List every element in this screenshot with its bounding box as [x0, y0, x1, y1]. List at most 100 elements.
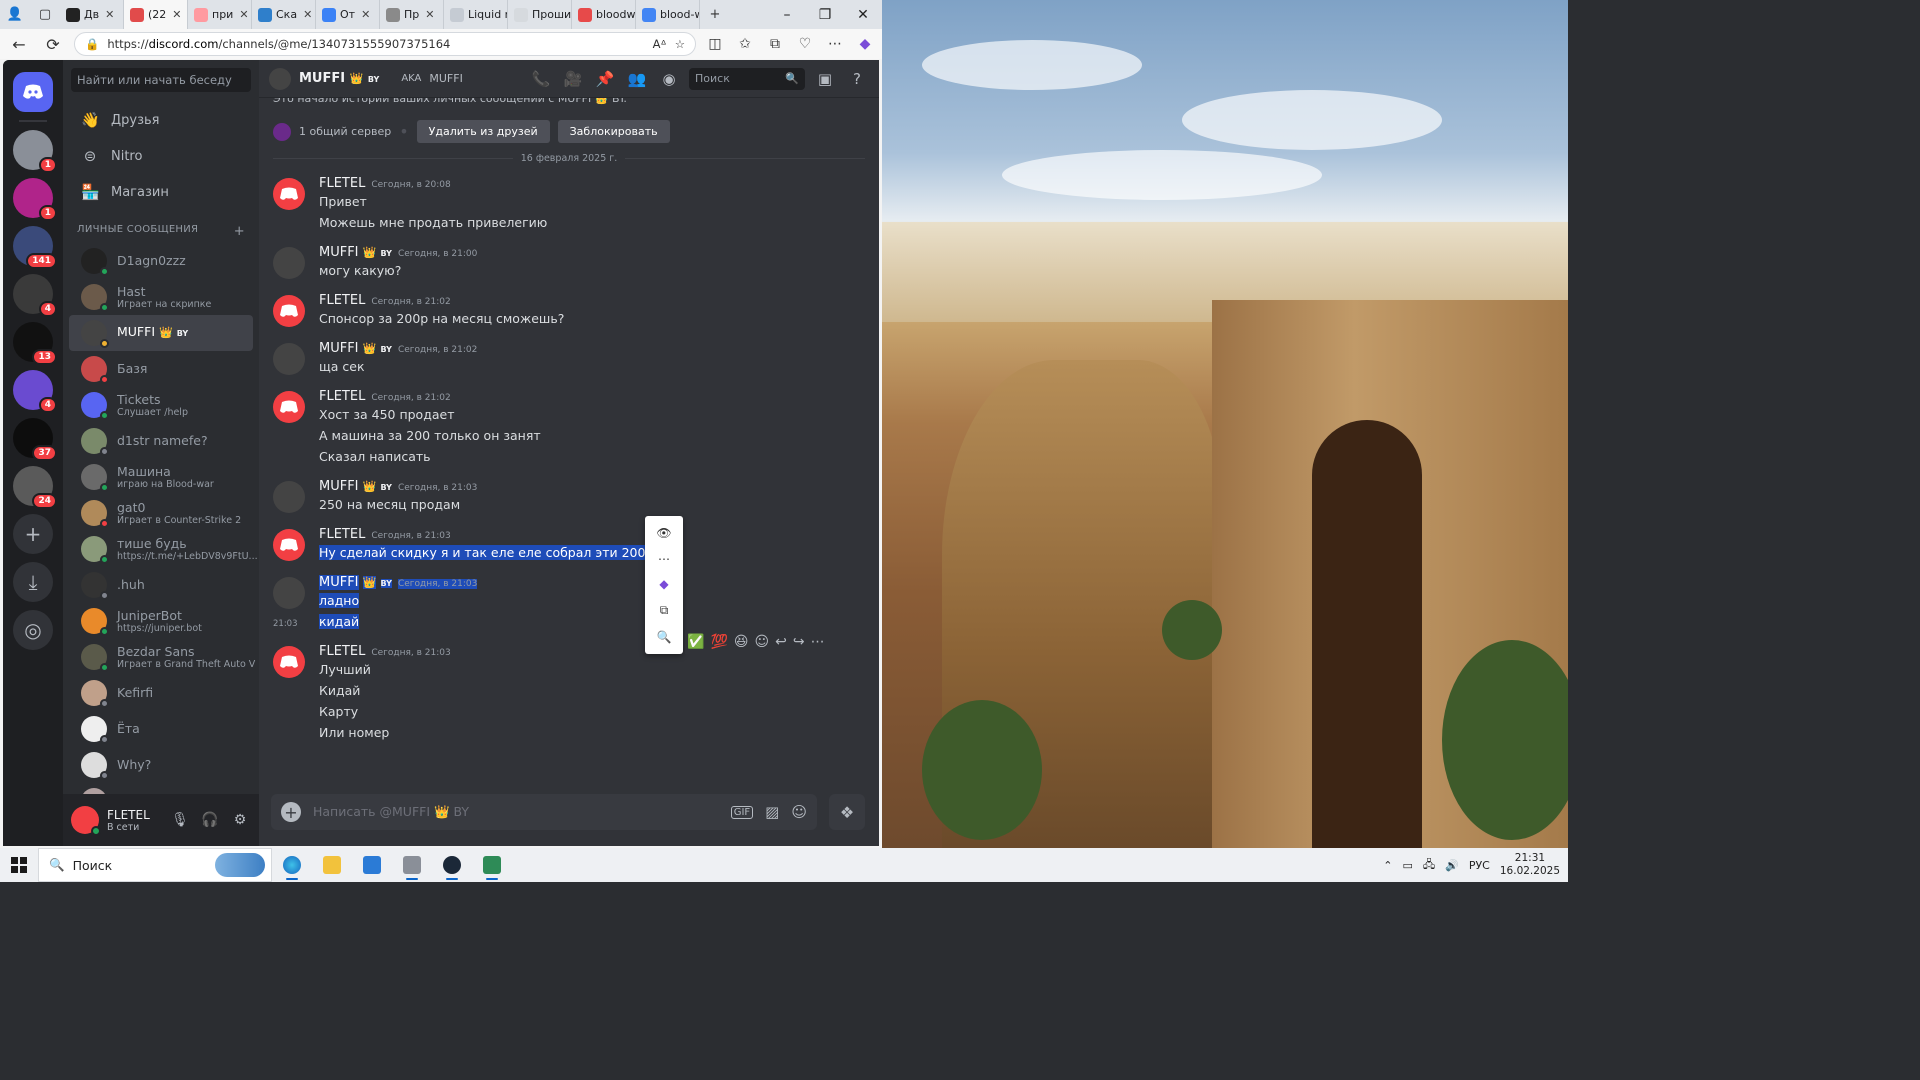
pinned-messages-icon[interactable]: 📌 — [593, 70, 617, 88]
close-window-button[interactable]: ✕ — [844, 7, 882, 23]
message-author[interactable]: FLETEL — [319, 644, 365, 659]
nav-item-nitro[interactable]: ⊜ Nitro — [63, 138, 259, 174]
message-avatar[interactable] — [273, 391, 305, 423]
message-avatar[interactable] — [273, 529, 305, 561]
server-icon[interactable]: 13 — [13, 322, 57, 365]
nav-item-friends[interactable]: 👋 Друзья — [63, 102, 259, 138]
reaction-laugh-icon[interactable]: 😆 — [734, 634, 749, 650]
browser-tab[interactable]: Ска ✕ — [252, 0, 316, 29]
server-icon[interactable]: 4 — [13, 274, 57, 317]
chat-search-input[interactable]: Поиск 🔍 — [689, 67, 805, 90]
language-indicator[interactable]: РУС — [1469, 859, 1490, 872]
download-apps-button[interactable]: ⤓ — [13, 562, 53, 602]
app-taskbar-icon[interactable] — [392, 848, 432, 882]
tab-close-icon[interactable]: ✕ — [361, 8, 370, 21]
reaction-check-icon[interactable]: ✅ — [687, 634, 704, 650]
server-icon[interactable]: 1 — [13, 178, 57, 221]
message-author[interactable]: MUFFI 👑 BY — [319, 341, 392, 356]
message-author[interactable]: MUFFI 👑 BY — [319, 245, 392, 260]
tab-close-icon[interactable]: ✕ — [425, 8, 434, 21]
favorites-icon[interactable]: ✩ — [734, 36, 756, 52]
minimize-button[interactable]: – — [768, 7, 806, 23]
add-server-button[interactable]: + — [13, 514, 53, 554]
browser-tab[interactable]: bloodw✕ — [572, 0, 636, 29]
back-button[interactable]: ← — [6, 35, 32, 54]
emoji-icon[interactable]: ☺ — [791, 803, 807, 821]
message-avatar[interactable] — [273, 178, 305, 210]
server-icon[interactable]: 4 — [13, 370, 57, 413]
message-author[interactable]: FLETEL — [319, 527, 365, 542]
user-avatar[interactable] — [71, 806, 101, 836]
search-icon[interactable]: 🔍 — [657, 630, 672, 644]
dm-item[interactable]: .huh — [69, 567, 253, 603]
dm-item[interactable]: D1agn0zzz — [69, 243, 253, 279]
server-icon[interactable]: 37 — [13, 418, 57, 461]
create-dm-button[interactable]: + — [234, 224, 245, 239]
store-taskbar-icon[interactable] — [352, 848, 392, 882]
maximize-button[interactable]: ❐ — [806, 7, 844, 23]
dm-item[interactable]: Ёта — [69, 711, 253, 747]
chevron-up-icon[interactable]: ⌃ — [1383, 859, 1392, 872]
discover-button[interactable]: ◎ — [13, 610, 53, 650]
tab-close-icon[interactable]: ✕ — [303, 8, 312, 21]
block-button[interactable]: Заблокировать — [557, 120, 670, 143]
server-icon[interactable]: 141 — [13, 226, 57, 269]
message-author[interactable]: FLETEL — [319, 293, 365, 308]
copilot-icon[interactable]: ◆ — [659, 577, 668, 591]
dm-item[interactable]: d1str namefe? — [69, 423, 253, 459]
dm-item[interactable]: MUFFI 👑 BY — [69, 315, 253, 351]
reply-icon[interactable]: ↩ — [775, 634, 787, 650]
tab-close-icon[interactable]: ✕ — [105, 8, 114, 21]
chat-title[interactable]: MUFFI 👑 BY — [299, 71, 379, 86]
copy-icon[interactable]: ⧉ — [660, 603, 669, 618]
dm-item[interactable]: Машина играю на Blood-war — [69, 459, 253, 495]
network-icon[interactable]: 🖧 — [1423, 856, 1435, 875]
headphones-icon[interactable]: 🎧 — [199, 812, 221, 828]
dm-item[interactable]: Tickets Слушает /help — [69, 387, 253, 423]
tab-actions-icon[interactable]: ▢ — [30, 0, 60, 29]
discord-home-button[interactable] — [13, 72, 53, 112]
attach-plus-button[interactable]: + — [281, 802, 301, 822]
clock[interactable]: 21:31 16.02.2025 — [1500, 852, 1560, 878]
more-options-icon[interactable]: ⋯ — [811, 634, 825, 650]
video-call-icon[interactable]: 🎥 — [561, 70, 585, 88]
microphone-icon[interactable]: 🎙 — [169, 812, 191, 828]
remove-friend-button[interactable]: Удалить из друзей — [416, 120, 550, 143]
browser-tab[interactable]: Liquid r✕ — [444, 0, 508, 29]
gif-button[interactable]: GIF — [730, 805, 754, 819]
message-avatar[interactable] — [273, 343, 305, 375]
dm-item[interactable]: Hast Играет на скрипке — [69, 279, 253, 315]
add-reaction-icon[interactable]: ☺ — [754, 634, 769, 650]
dm-item[interactable]: Kefirfi — [69, 675, 253, 711]
dm-item[interactable]: gat0 Играет в Counter-Strike 2 — [69, 495, 253, 531]
browser-tab[interactable]: при ✕ — [188, 0, 252, 29]
sticker-icon[interactable]: ▨ — [765, 803, 779, 821]
read-aloud-icon[interactable]: Aᐞ — [653, 37, 667, 51]
apps-button[interactable]: ❖ — [829, 794, 865, 830]
voice-call-icon[interactable]: 📞 — [529, 70, 553, 88]
nav-item-shop[interactable]: 🏪 Магазин — [63, 174, 259, 210]
inbox-icon[interactable]: ▣ — [813, 70, 837, 88]
dm-item[interactable]: Why? — [69, 747, 253, 783]
dm-search-input[interactable]: Найти или начать беседу — [71, 68, 251, 92]
browser-tab[interactable]: От ✕ — [316, 0, 380, 29]
mutual-servers[interactable]: 1 общий сервер — [299, 125, 391, 138]
forward-icon[interactable]: ↪ — [793, 634, 805, 650]
refresh-button[interactable]: ⟳ — [40, 35, 66, 54]
browser-tab[interactable]: Дв ✕ — [60, 0, 124, 29]
browser-tab[interactable]: blood-w✕ — [636, 0, 700, 29]
mutual-server-icon[interactable] — [273, 122, 291, 141]
message-avatar[interactable] — [273, 295, 305, 327]
device-icon[interactable]: ▭ — [1402, 859, 1412, 872]
dm-item[interactable]: тише будь https://t.me/+LebDV8v9FtU... — [69, 531, 257, 567]
more-dots-icon[interactable]: ⋯ — [658, 552, 670, 566]
notepad-taskbar-icon[interactable] — [472, 848, 512, 882]
copilot-icon[interactable]: ◆ — [854, 36, 876, 52]
start-button[interactable] — [0, 848, 38, 882]
browser-tab[interactable]: Прошив✕ — [508, 0, 572, 29]
message-author[interactable]: MUFFI 👑 BY — [319, 479, 392, 494]
server-icon[interactable]: 24 — [13, 466, 57, 509]
message-avatar[interactable] — [273, 577, 305, 609]
collections-icon[interactable]: ⧉ — [764, 36, 786, 52]
message-input[interactable]: Написать @MUFFI 👑 BY — [313, 804, 719, 820]
